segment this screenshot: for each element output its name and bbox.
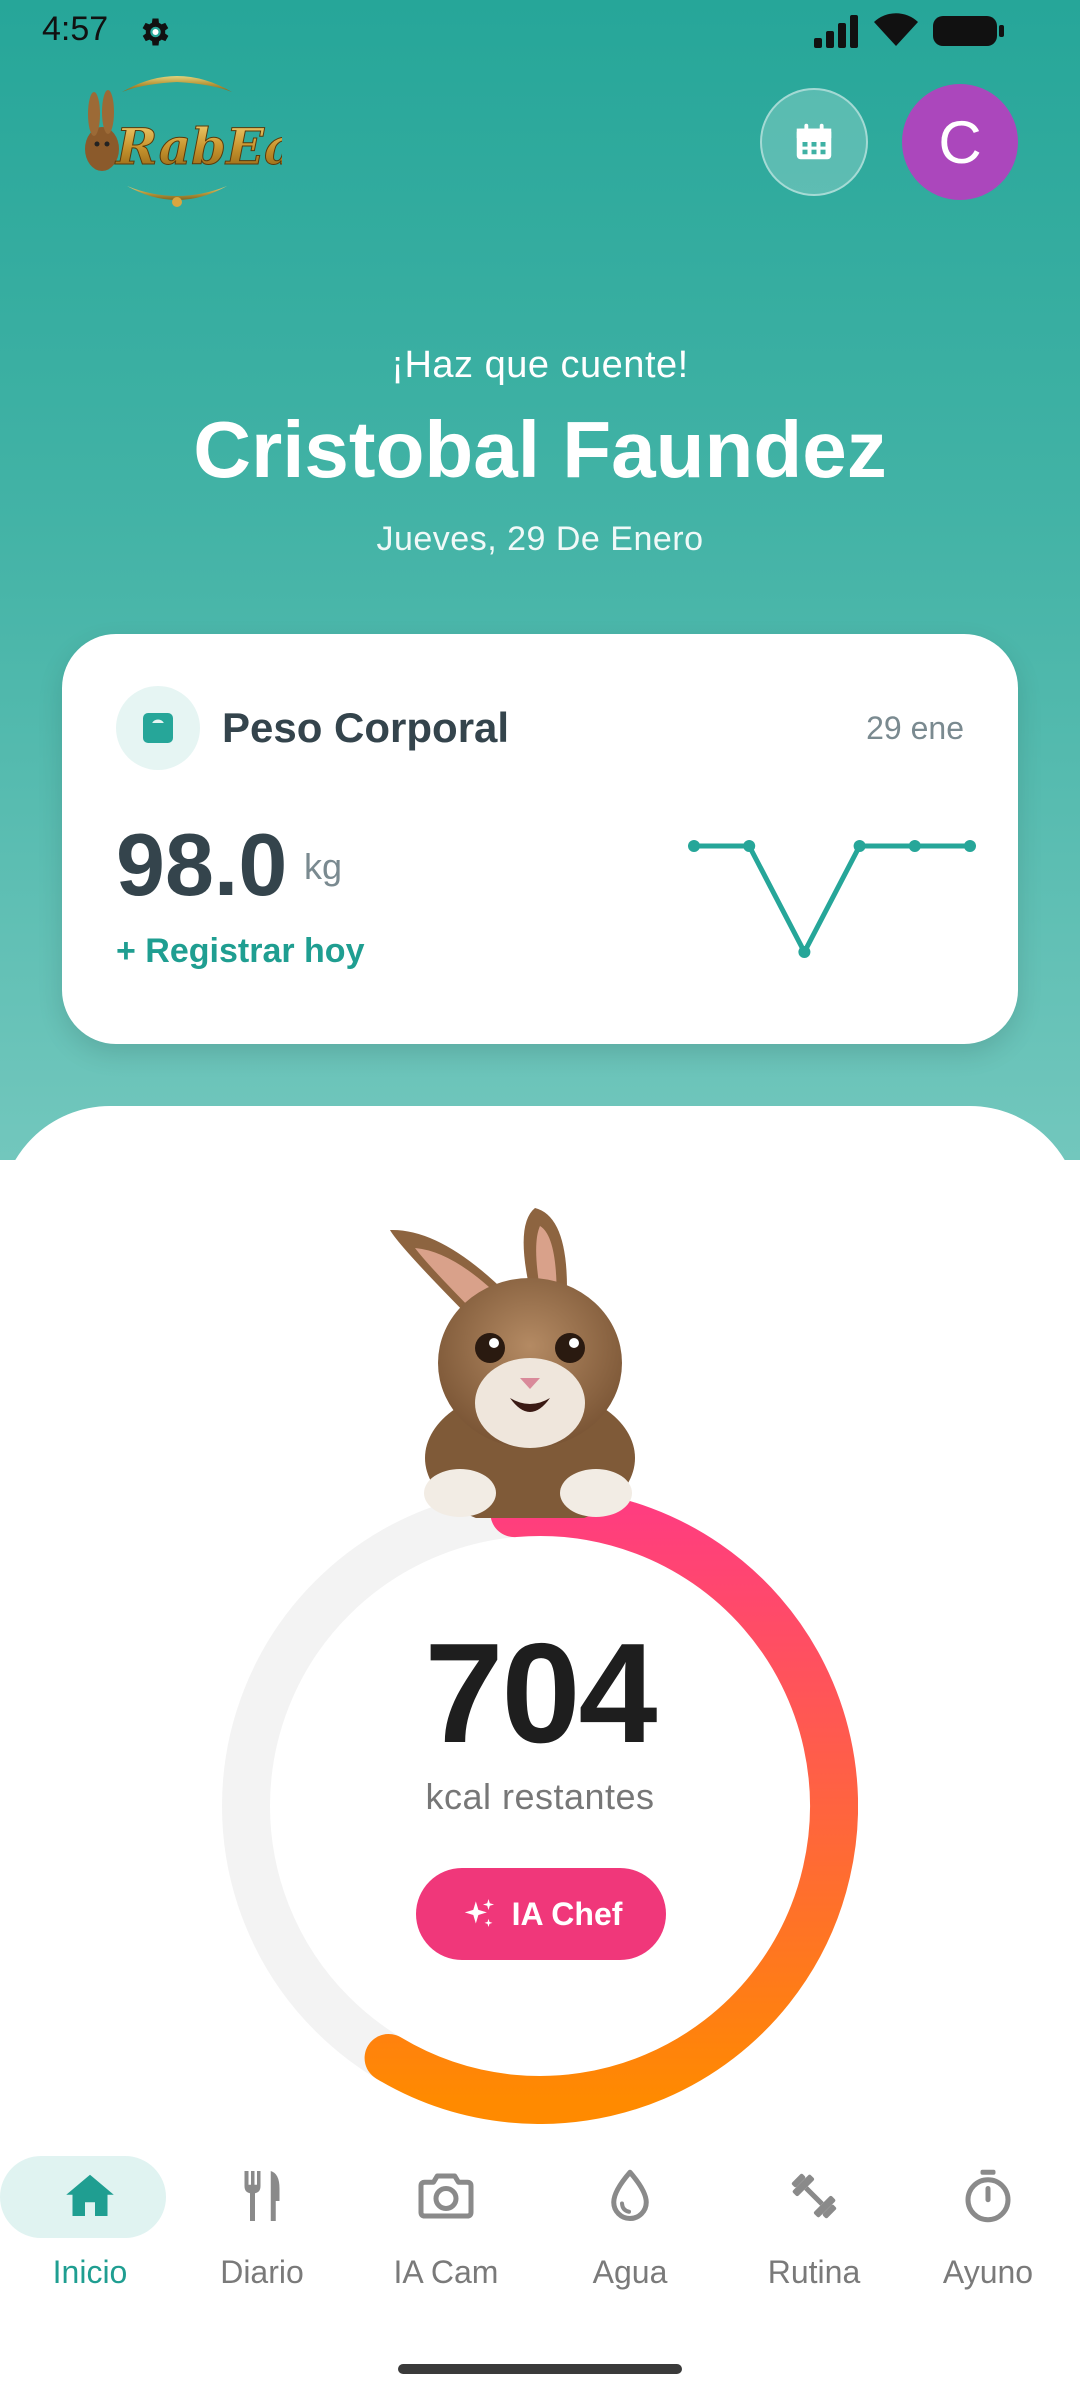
- nav-item-agua[interactable]: Agua: [540, 2148, 720, 2298]
- scale-icon: [143, 713, 173, 743]
- nav-item-ayuno[interactable]: Ayuno: [898, 2148, 1078, 2298]
- water-drop-icon: [611, 2169, 649, 2221]
- card-title: Peso Corporal: [222, 704, 510, 751]
- remaining-calories-value: 704: [424, 1614, 658, 1773]
- current-date: Jueves, 29 De Enero: [376, 520, 704, 558]
- rabeat-logo: RabEat: [72, 64, 320, 214]
- sparkline-point: [798, 946, 811, 958]
- profile-avatar[interactable]: C: [902, 84, 1018, 200]
- svg-text:RabEat: RabEat: [114, 117, 282, 176]
- battery-icon: [933, 16, 1004, 46]
- nav-item-ia-cam[interactable]: IA Cam: [356, 2148, 536, 2298]
- calendar-button[interactable]: [760, 88, 868, 196]
- scale-icon-badge: [116, 686, 200, 770]
- camera-icon: [418, 2173, 474, 2219]
- weight-value: 98.0: [116, 815, 288, 914]
- nav-label: Agua: [592, 2254, 668, 2290]
- status-time: 4:57: [42, 10, 109, 48]
- sparkline-point: [964, 840, 976, 852]
- settings-gear-icon: [142, 18, 169, 46]
- bunny-mascot: [360, 1188, 680, 1528]
- home-icon: [66, 2174, 114, 2216]
- ia-chef-button[interactable]: IA Chef: [416, 1868, 666, 1960]
- weight-unit: kg: [304, 846, 343, 887]
- register-today-link[interactable]: + Registrar hoy: [116, 932, 364, 971]
- sparkline-line: [694, 843, 970, 955]
- avatar-letter: C: [938, 108, 982, 176]
- home-indicator: [398, 2364, 682, 2374]
- stopwatch-icon: [965, 2169, 1011, 2223]
- cell-signal-icon: [814, 15, 858, 48]
- nav-label: Rutina: [767, 2254, 861, 2290]
- card-date: 29 ene: [866, 710, 964, 746]
- user-name: Cristobal Faundez: [193, 405, 887, 494]
- calendar-icon: [796, 123, 832, 160]
- weight-trend-sparkline: [688, 840, 976, 958]
- status-bar: 4:57: [0, 0, 1080, 64]
- bottom-navigation: Inicio Diario IA Cam Agua Rutina Ayuno: [0, 2148, 1080, 2298]
- nav-item-rutina[interactable]: Rutina: [724, 2148, 904, 2298]
- nav-item-inicio[interactable]: Inicio: [0, 2148, 180, 2298]
- nav-label: Diario: [220, 2254, 304, 2290]
- remaining-calories-label: kcal restantes: [425, 1776, 655, 1817]
- body-weight-card[interactable]: Peso Corporal 29 ene 98.0 kg + Registrar…: [62, 634, 1018, 1044]
- sparkline-point: [743, 840, 756, 852]
- ia-chef-label: IA Chef: [511, 1895, 623, 1932]
- sparkline-point: [908, 840, 921, 852]
- wifi-icon: [874, 13, 918, 46]
- sparkline-point: [853, 840, 866, 852]
- nav-item-diario[interactable]: Diario: [172, 2148, 352, 2298]
- nav-label: Ayuno: [942, 2254, 1034, 2290]
- greeting-subtitle: ¡Haz que cuente!: [391, 344, 689, 386]
- sparkles-icon: [464, 1898, 494, 1927]
- nav-label: IA Cam: [393, 2254, 499, 2290]
- fork-knife-icon: [244, 2171, 280, 2221]
- dumbbell-icon: [791, 2173, 837, 2219]
- sparkline-point: [688, 840, 700, 852]
- nav-label: Inicio: [52, 2254, 128, 2290]
